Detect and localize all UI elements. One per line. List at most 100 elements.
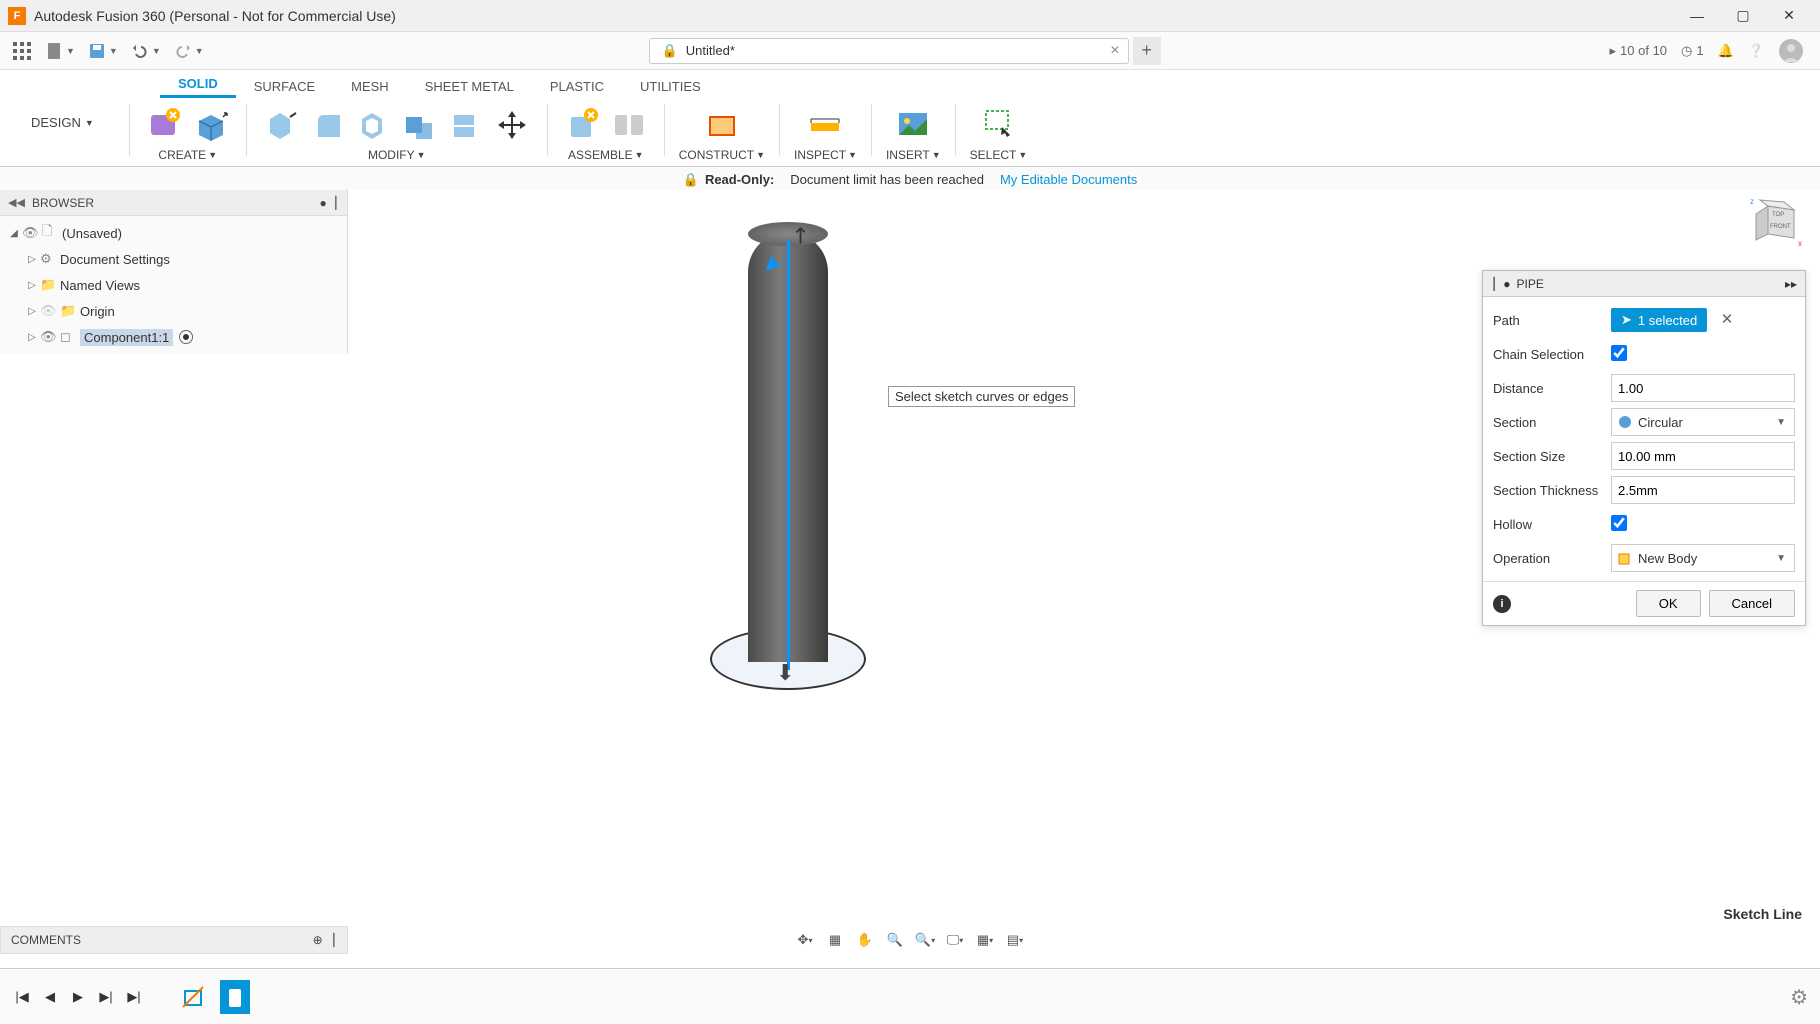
- ribbon-group-label[interactable]: ASSEMBLE▼: [568, 148, 644, 162]
- timeline-start-icon[interactable]: |◀: [10, 985, 34, 1009]
- job-status[interactable]: ▸10 of 10: [1610, 43, 1668, 59]
- zoom-icon[interactable]: 🔍: [881, 926, 909, 954]
- tree-item-component[interactable]: ▷ 👁 ◻ Component1:1: [0, 324, 347, 350]
- timeline-play-icon[interactable]: ▶: [66, 985, 90, 1009]
- operation-dropdown[interactable]: New Body ▼: [1611, 544, 1795, 572]
- orbit-icon[interactable]: ✥▾: [791, 926, 819, 954]
- ribbon-group-label[interactable]: INSPECT▼: [794, 148, 857, 162]
- ribbon-group-label[interactable]: INSERT▼: [886, 148, 941, 162]
- browser-header[interactable]: ◀◀ BROWSER ● ⎮: [0, 190, 347, 216]
- construct-plane-icon[interactable]: [701, 104, 743, 146]
- section-dropdown[interactable]: Circular ▼: [1611, 408, 1795, 436]
- document-tab[interactable]: 🔒 Untitled* ×: [649, 38, 1129, 64]
- create-box-icon[interactable]: [190, 104, 232, 146]
- info-icon[interactable]: i: [1493, 595, 1511, 613]
- new-tab-button[interactable]: +: [1133, 37, 1161, 65]
- editable-docs-link[interactable]: My Editable Documents: [1000, 172, 1137, 187]
- tree-item-origin[interactable]: ▷ 👁 📁 Origin: [0, 298, 347, 324]
- create-sketch-icon[interactable]: [144, 104, 186, 146]
- dialog-header[interactable]: ⎮ ● PIPE ▸▸: [1483, 271, 1805, 297]
- chain-checkbox[interactable]: [1611, 345, 1627, 361]
- ribbon-group-label[interactable]: MODIFY▼: [368, 148, 426, 162]
- file-new-icon[interactable]: [40, 37, 68, 65]
- tree-root[interactable]: ◢ 👁 🗋 (Unsaved): [0, 220, 347, 246]
- fillet-icon[interactable]: [307, 104, 349, 146]
- align-icon[interactable]: [445, 104, 487, 146]
- extension-status[interactable]: ◷1: [1681, 43, 1704, 59]
- new-component-icon[interactable]: [562, 104, 604, 146]
- viewport-layout-icon[interactable]: ▤▾: [1001, 926, 1029, 954]
- path-selection-pill[interactable]: ➤1 selected: [1611, 308, 1707, 332]
- browser-settings-icon[interactable]: ●: [319, 196, 326, 210]
- combine-icon[interactable]: [399, 104, 441, 146]
- fit-icon[interactable]: 🔍▾: [911, 926, 939, 954]
- timeline-end-icon[interactable]: ▶|: [122, 985, 146, 1009]
- select-icon[interactable]: [977, 104, 1019, 146]
- visibility-hidden-icon[interactable]: 👁: [40, 303, 60, 319]
- notification-bell-icon[interactable]: 🔔: [1718, 43, 1734, 59]
- app-grid-icon[interactable]: [8, 37, 36, 65]
- measure-icon[interactable]: [804, 104, 846, 146]
- press-pull-icon[interactable]: [261, 104, 303, 146]
- grid-icon[interactable]: ▦▾: [971, 926, 999, 954]
- dialog-pin-icon[interactable]: ⎮: [1491, 277, 1497, 291]
- active-component-indicator[interactable]: [179, 330, 193, 344]
- comments-pin-icon[interactable]: ⎮: [331, 933, 337, 947]
- visibility-icon[interactable]: 👁: [22, 225, 42, 241]
- timeline-prev-icon[interactable]: ◀: [38, 985, 62, 1009]
- redo-dropdown-icon[interactable]: ▼: [195, 46, 204, 56]
- tab-mesh[interactable]: MESH: [333, 75, 407, 98]
- browser-pin-icon[interactable]: ⎮: [333, 196, 339, 210]
- dialog-expand-icon[interactable]: ▸▸: [1785, 277, 1797, 291]
- lookat-icon[interactable]: ▦: [821, 926, 849, 954]
- undo-icon[interactable]: [126, 37, 154, 65]
- display-icon[interactable]: 🖵▾: [941, 926, 969, 954]
- pan-icon[interactable]: ✋: [851, 926, 879, 954]
- ribbon-group-label[interactable]: SELECT▼: [970, 148, 1028, 162]
- help-icon[interactable]: ❔: [1748, 43, 1764, 59]
- timeline-next-icon[interactable]: ▶|: [94, 985, 118, 1009]
- close-tab-icon[interactable]: ×: [1110, 42, 1119, 60]
- file-dropdown-icon[interactable]: ▼: [66, 46, 75, 56]
- user-avatar[interactable]: [1778, 38, 1804, 64]
- view-cube[interactable]: TOP FRONT z x: [1748, 196, 1808, 256]
- tab-plastic[interactable]: PLASTIC: [532, 75, 622, 98]
- settings-gear-icon[interactable]: ⚙: [1790, 985, 1808, 1010]
- ok-button[interactable]: OK: [1636, 590, 1701, 617]
- thickness-input[interactable]: [1611, 476, 1795, 504]
- move-icon[interactable]: [491, 104, 533, 146]
- redo-icon[interactable]: [169, 37, 197, 65]
- tab-solid[interactable]: SOLID: [160, 72, 236, 98]
- collapse-icon[interactable]: ◀◀: [8, 196, 26, 209]
- timeline-step-pipe[interactable]: [220, 980, 250, 1014]
- minimize-button[interactable]: —: [1674, 0, 1720, 32]
- tab-sheet-metal[interactable]: SHEET METAL: [407, 75, 532, 98]
- collapse-triangle-icon[interactable]: ◢: [6, 228, 22, 239]
- expand-triangle-icon[interactable]: ▷: [24, 254, 40, 265]
- tab-utilities[interactable]: UTILITIES: [622, 75, 719, 98]
- workspace-switcher[interactable]: DESIGN▼: [12, 104, 113, 141]
- clear-selection-icon[interactable]: ✕: [1721, 311, 1734, 328]
- maximize-button[interactable]: ▢: [1720, 0, 1766, 32]
- tab-surface[interactable]: SURFACE: [236, 75, 333, 98]
- tree-item-views[interactable]: ▷ 📁 Named Views: [0, 272, 347, 298]
- save-dropdown-icon[interactable]: ▼: [109, 46, 118, 56]
- undo-dropdown-icon[interactable]: ▼: [152, 46, 161, 56]
- down-handle-icon[interactable]: ⬇: [776, 660, 794, 686]
- save-icon[interactable]: [83, 37, 111, 65]
- viewport[interactable]: ⬇ ↗2 ➤ Select sketch curves or edges TOP…: [348, 190, 1820, 926]
- tree-item-settings[interactable]: ▷ ⚙ Document Settings: [0, 246, 347, 272]
- expand-triangle-icon[interactable]: ▷: [24, 306, 40, 317]
- insert-decal-icon[interactable]: [892, 104, 934, 146]
- ribbon-group-label[interactable]: CONSTRUCT▼: [679, 148, 765, 162]
- shell-icon[interactable]: [353, 104, 395, 146]
- expand-triangle-icon[interactable]: ▷: [24, 332, 40, 343]
- close-button[interactable]: ✕: [1766, 0, 1812, 32]
- size-input[interactable]: [1611, 442, 1795, 470]
- gear-icon[interactable]: ⚙: [40, 251, 60, 267]
- hollow-checkbox[interactable]: [1611, 515, 1627, 531]
- expand-triangle-icon[interactable]: ▷: [24, 280, 40, 291]
- distance-input[interactable]: [1611, 374, 1795, 402]
- ribbon-group-label[interactable]: CREATE▼: [158, 148, 217, 162]
- cancel-button[interactable]: Cancel: [1709, 590, 1795, 617]
